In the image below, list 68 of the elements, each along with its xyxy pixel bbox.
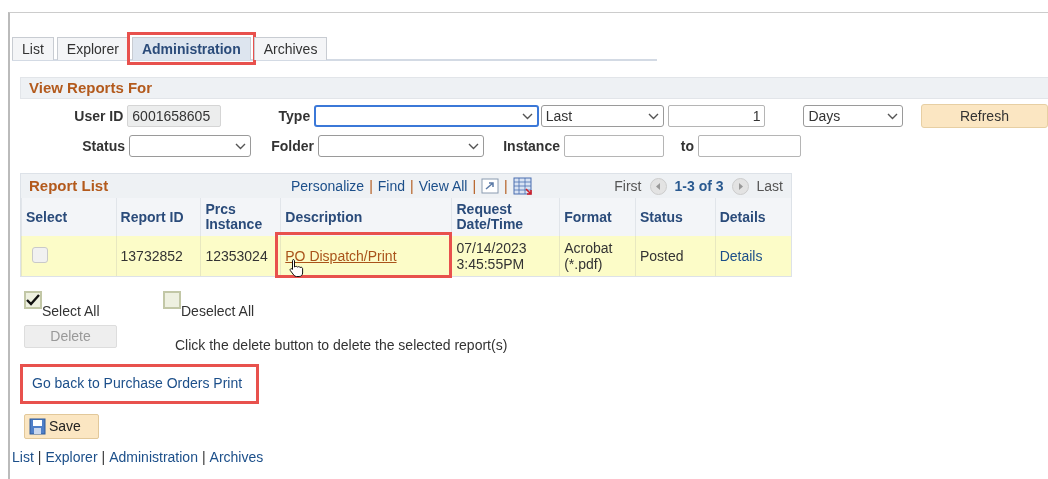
tab[interactable]: Archives [253, 37, 328, 60]
column-header: Report ID [116, 198, 201, 236]
save-button[interactable]: Save [24, 414, 99, 439]
section-header: View Reports For [20, 77, 1048, 99]
separator: | [101, 448, 106, 467]
input-field: 6001658605 [127, 105, 221, 127]
column-header: Prcs Instance [200, 198, 281, 236]
table-cell: 13732852 [120, 248, 183, 264]
chevron-icon [886, 112, 898, 120]
dropdown[interactable] [314, 105, 539, 127]
column-header: Status [635, 198, 716, 236]
dropdown[interactable]: Days [803, 105, 903, 127]
footer-link[interactable]: List [12, 447, 34, 468]
chevron-icon [235, 142, 246, 150]
back-link[interactable]: Go back to Purchase Orders Print [32, 375, 243, 391]
column-header: Format [559, 198, 636, 236]
table-cell: 12353024 [205, 248, 268, 264]
zoom-icon[interactable] [481, 178, 500, 194]
chevron-icon [648, 112, 659, 120]
link[interactable]: Find [377, 175, 406, 197]
next-icon[interactable] [731, 177, 749, 195]
previous-icon[interactable] [649, 177, 667, 195]
footer-link[interactable]: Administration [109, 447, 198, 468]
field-label: Status [81, 136, 126, 156]
chevron-icon [468, 142, 479, 150]
link[interactable]: View All [418, 175, 468, 197]
table-cell: 07/14/2023 3:45:55PM [456, 240, 527, 272]
table-cell: Acrobat (*.pdf) [564, 240, 613, 272]
chevron-icon [521, 112, 533, 120]
separator: | [37, 448, 42, 467]
dropdown[interactable] [129, 135, 251, 157]
field-label: Instance [502, 136, 561, 156]
dropdown[interactable] [318, 135, 484, 157]
checkbox-label: Deselect All [181, 302, 255, 319]
separator: | [201, 448, 206, 467]
checkbox-label: Select All [42, 302, 100, 319]
tab[interactable]: List [12, 37, 54, 60]
refresh-button[interactable]: Refresh [920, 104, 1048, 128]
row-checkbox[interactable] [32, 246, 48, 263]
separator: | [472, 176, 477, 196]
column-header: Details [715, 198, 791, 236]
grid-title: Report List [29, 175, 110, 196]
input-field[interactable]: 1 [668, 105, 766, 127]
checkbox[interactable] [163, 291, 181, 309]
spreadsheet-icon[interactable] [512, 176, 533, 196]
link[interactable]: Personalize [291, 175, 365, 197]
page-range: 1-3 of 3 [674, 176, 724, 196]
pager-label: Last [756, 176, 783, 196]
dropdown[interactable]: Last [540, 105, 664, 127]
field-label: Type [277, 106, 312, 126]
column-header: Request Date/Time [452, 198, 560, 236]
pager-label: First [614, 176, 642, 196]
column-header: Select [21, 198, 117, 236]
field-label: to [679, 136, 695, 156]
checkbox[interactable] [24, 291, 42, 309]
field-label: Folder [270, 136, 315, 156]
hint-text: Click the delete button to delete the selected report(s) [175, 336, 508, 355]
separator: | [410, 176, 414, 196]
table-cell: Posted [639, 248, 684, 264]
footer-link[interactable]: Explorer [45, 447, 98, 468]
tab[interactable]: Explorer [56, 37, 129, 60]
input-field[interactable] [698, 135, 801, 157]
footer-link[interactable]: Archives [209, 447, 264, 468]
input-field[interactable] [564, 135, 664, 157]
field-label: User ID [73, 106, 125, 126]
separator: | [369, 176, 373, 196]
separator: | [504, 176, 508, 196]
save-icon [29, 418, 46, 435]
